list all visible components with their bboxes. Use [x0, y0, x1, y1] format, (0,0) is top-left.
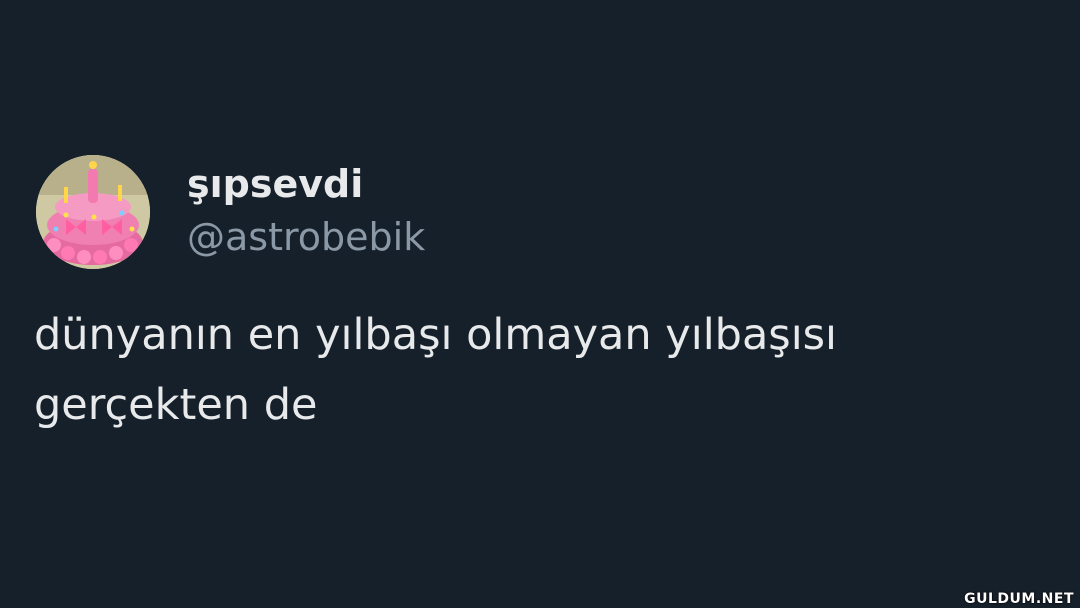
- tweet-text-line: dünyanın en yılbaşı olmayan yılbaşısı: [34, 310, 837, 360]
- user-handle[interactable]: @astrobebik: [187, 213, 425, 261]
- balloon-cake-icon: [36, 155, 150, 269]
- site-watermark: GULDUM.NET: [964, 591, 1074, 607]
- tweet-text: dünyanın en yılbaşı olmayan yılbaşısı ge…: [34, 300, 1034, 440]
- tweet-card: şıpsevdi @astrobebik dünyanın en yılbaşı…: [0, 0, 1080, 608]
- avatar[interactable]: [36, 155, 150, 269]
- tweet-text-line: gerçekten de: [34, 380, 318, 430]
- display-name[interactable]: şıpsevdi: [187, 160, 363, 208]
